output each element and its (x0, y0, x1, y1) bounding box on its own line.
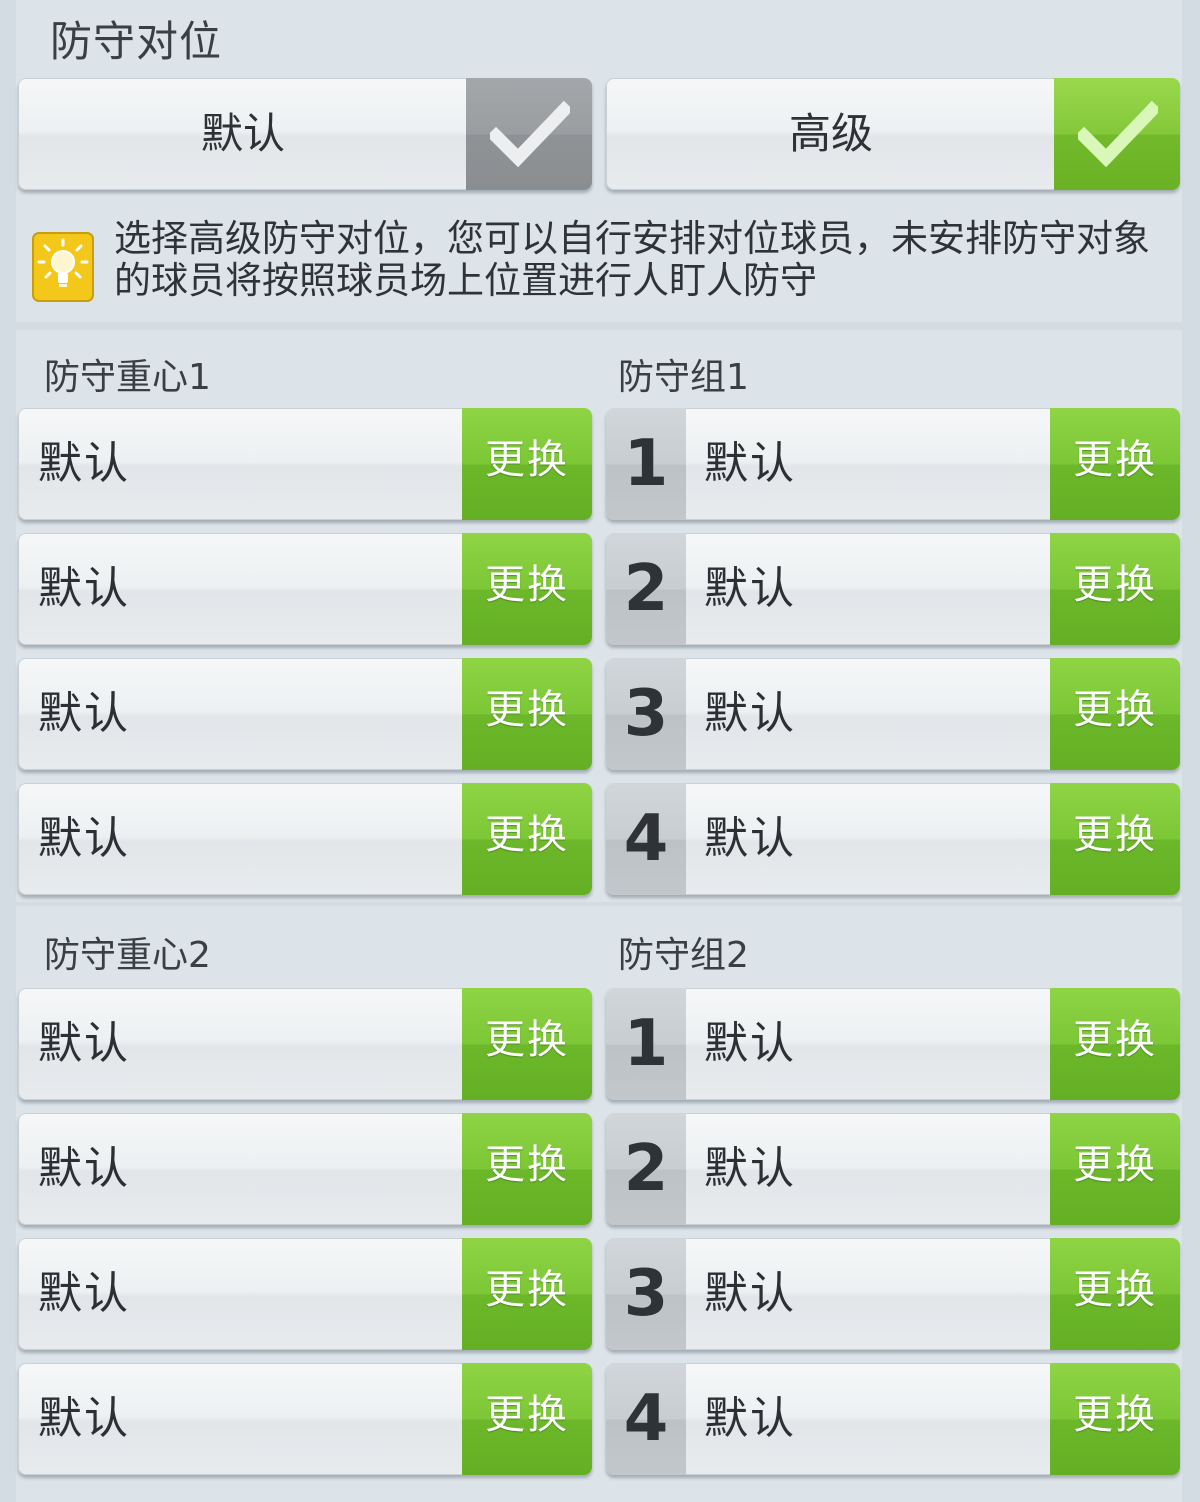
slot-number: 1 (606, 988, 686, 1100)
focus-1-row: 默认 更换 (18, 408, 592, 520)
group-2-row: 1 默认 更换 (606, 988, 1180, 1100)
swap-button[interactable]: 更换 (462, 988, 592, 1100)
swap-button[interactable]: 更换 (1050, 988, 1180, 1100)
player-name: 默认 (704, 438, 796, 489)
swap-button[interactable]: 更换 (1050, 658, 1180, 770)
group-2-row: 2 默认 更换 (606, 1113, 1180, 1225)
mode-advanced-label: 高级 (788, 109, 873, 158)
swap-button[interactable]: 更换 (462, 658, 592, 770)
checkmark-icon (1078, 100, 1158, 168)
tip-line-1: 选择高级防守对位，您可以自行安排对位球员，未安排防守对象 (114, 217, 1150, 260)
group-1-row: 2 默认 更换 (606, 533, 1180, 645)
slot-number: 3 (606, 1238, 686, 1350)
mode-default-checkbox[interactable] (466, 78, 592, 190)
player-name: 默认 (38, 1143, 130, 1194)
group-2-title: 防守组2 (618, 935, 749, 976)
slot-number: 4 (606, 1363, 686, 1475)
focus-2-row: 默认 更换 (18, 1238, 592, 1350)
swap-button[interactable]: 更换 (1050, 1363, 1180, 1475)
tip-text: 选择高级防守对位，您可以自行安排对位球员，未安排防守对象 的球员将按照球员场上位… (114, 218, 1164, 302)
swap-button[interactable]: 更换 (462, 783, 592, 895)
focus-2-title: 防守重心2 (44, 935, 211, 976)
mode-advanced-button[interactable]: 高级 (606, 78, 1180, 190)
group-1-row: 1 默认 更换 (606, 408, 1180, 520)
swap-button[interactable]: 更换 (1050, 1238, 1180, 1350)
section-title: 防守对位 (50, 17, 223, 66)
player-name: 默认 (38, 1393, 130, 1444)
lightbulb-icon (32, 232, 94, 302)
mode-default-label: 默认 (200, 109, 285, 158)
player-name: 默认 (38, 1018, 130, 1069)
slot-number: 1 (606, 408, 686, 520)
swap-button[interactable]: 更换 (1050, 783, 1180, 895)
player-name: 默认 (38, 438, 130, 489)
swap-button[interactable]: 更换 (462, 533, 592, 645)
swap-button[interactable]: 更换 (462, 408, 592, 520)
slot-number: 2 (606, 1113, 686, 1225)
player-name: 默认 (704, 813, 796, 864)
swap-button[interactable]: 更换 (462, 1363, 592, 1475)
slot-number: 4 (606, 783, 686, 895)
focus-2-row: 默认 更换 (18, 988, 592, 1100)
group-1-title: 防守组1 (618, 357, 749, 398)
group-2-row: 3 默认 更换 (606, 1238, 1180, 1350)
focus-2-row: 默认 更换 (18, 1363, 592, 1475)
player-name: 默认 (704, 1143, 796, 1194)
swap-button[interactable]: 更换 (1050, 408, 1180, 520)
focus-2-row: 默认 更换 (18, 1113, 592, 1225)
swap-button[interactable]: 更换 (1050, 1113, 1180, 1225)
slot-number: 3 (606, 658, 686, 770)
focus-1-row: 默认 更换 (18, 783, 592, 895)
player-name: 默认 (704, 1268, 796, 1319)
swap-button[interactable]: 更换 (462, 1113, 592, 1225)
swap-button[interactable]: 更换 (1050, 533, 1180, 645)
swap-button[interactable]: 更换 (462, 1238, 592, 1350)
player-name: 默认 (704, 688, 796, 739)
player-name: 默认 (38, 563, 130, 614)
group-1-row: 3 默认 更换 (606, 658, 1180, 770)
group-2-row: 4 默认 更换 (606, 1363, 1180, 1475)
player-name: 默认 (38, 1268, 130, 1319)
player-name: 默认 (38, 688, 130, 739)
mode-advanced-checkbox[interactable] (1054, 78, 1180, 190)
player-name: 默认 (704, 1018, 796, 1069)
mode-default-button[interactable]: 默认 (18, 78, 592, 190)
slot-number: 2 (606, 533, 686, 645)
focus-1-row: 默认 更换 (18, 533, 592, 645)
player-name: 默认 (38, 813, 130, 864)
checkmark-icon (490, 100, 570, 168)
tip-line-2: 的球员将按照球员场上位置进行人盯人防守 (114, 259, 817, 302)
player-name: 默认 (704, 563, 796, 614)
focus-1-row: 默认 更换 (18, 658, 592, 770)
player-name: 默认 (704, 1393, 796, 1444)
focus-1-title: 防守重心1 (44, 357, 211, 398)
group-1-row: 4 默认 更换 (606, 783, 1180, 895)
